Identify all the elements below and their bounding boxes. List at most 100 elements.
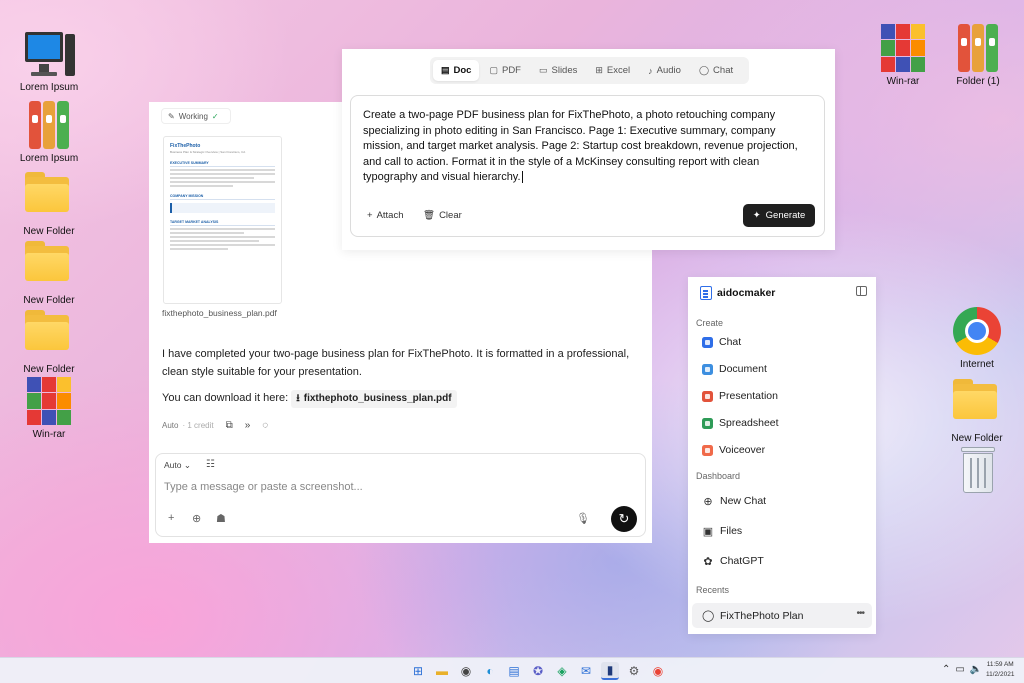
download-row: You can download it here: ⭳ fixthephoto_… (162, 389, 640, 408)
desktop-icon-folder-1[interactable]: Folder (1) (944, 22, 1012, 87)
binders-icon (952, 22, 1004, 74)
incognito-icon[interactable]: ☗ (216, 512, 226, 525)
desktop-icon-computer[interactable]: Lorem Ipsum (15, 28, 83, 93)
tab-pdf[interactable]: ▢ PDF (481, 60, 529, 81)
sidebar-item-document[interactable]: Document (702, 360, 767, 378)
desktop-icon-recycle-bin[interactable] (943, 445, 1011, 499)
taskbar: ⊞ ▬ ◉ ◐ ▤ ✪ ◈ ✉ ▮ ⚙ ◉ ⌃ ▭ 🔈 11:59 AM 11/… (0, 657, 1024, 683)
plus-icon: + (367, 210, 373, 221)
folder-icon (951, 379, 1003, 431)
sidebar-item-presentation[interactable]: Presentation (702, 387, 778, 405)
document-app-icon (702, 363, 713, 375)
globe-icon[interactable]: ⊕ (192, 512, 201, 525)
mail-icon[interactable]: ✉ (577, 662, 595, 680)
tab-label: PDF (501, 65, 521, 76)
taskbar-apps: ⊞ ▬ ◉ ◐ ▤ ✪ ◈ ✉ ▮ ⚙ ◉ (409, 662, 667, 680)
sidebar-item-label: New Chat (720, 495, 767, 507)
sidebar-item-chat[interactable]: Chat (702, 333, 741, 351)
desktop-icon-new-folder[interactable]: New Folder (15, 304, 83, 375)
desktop-icon-label: Folder (1) (956, 76, 1000, 87)
settings-gear-icon[interactable]: ⚙ (625, 662, 643, 680)
chrome-taskbar-icon[interactable]: ◉ (649, 662, 667, 680)
download-link[interactable]: ⭳ fixthephoto_business_plan.pdf (291, 390, 457, 408)
fast-forward-icon[interactable]: » (245, 420, 251, 431)
brand[interactable]: aidocmaker (700, 286, 775, 300)
system-tray: ⌃ ▭ 🔈 (942, 664, 982, 675)
tab-chat[interactable]: ◯ Chat (691, 60, 741, 81)
clock-date: 11/2/2021 (986, 671, 1015, 678)
store-icon[interactable]: ▤ (505, 662, 523, 680)
folder-icon (23, 172, 75, 224)
volume-icon[interactable]: 🔈 (970, 664, 982, 675)
wrench-icon: ✎ (168, 111, 175, 121)
message-input[interactable]: Type a message or paste a screenshot... (164, 481, 363, 493)
clock-time: 11:59 AM (986, 661, 1014, 668)
pdf-preview-section: COMPANY MISSION (170, 194, 275, 200)
sidebar-item-label: Spreadsheet (719, 417, 779, 429)
clear-button[interactable]: 🗑 Clear (423, 210, 462, 221)
network-icon[interactable]: ▭ (955, 664, 964, 675)
recycle-bin-icon (951, 445, 1003, 497)
download-link-label: fixthephoto_business_plan.pdf (303, 393, 452, 404)
message-composer: Auto ⌄ ☷ Type a message or paste a scree… (155, 453, 646, 537)
sidebar-item-voiceover[interactable]: Voiceover (702, 441, 765, 459)
type-tabs: ▤ Doc ▢ PDF ▭ Slides ⊞ Excel ♪ Audio ◯ C… (430, 57, 749, 84)
file-explorer-icon[interactable]: ▬ (433, 662, 451, 680)
recents-heading: Recents (696, 585, 730, 595)
generate-label: Generate (765, 210, 806, 221)
mic-icon: ♪ (648, 65, 653, 76)
more-options-icon[interactable]: ••• (856, 608, 864, 619)
comment-icon[interactable]: ◌ (262, 420, 268, 431)
tab-excel[interactable]: ⊞ Excel (587, 60, 638, 81)
mode-selector[interactable]: Auto ⌄ (164, 460, 191, 471)
tab-label: Audio (656, 65, 681, 76)
pdf-preview[interactable]: FixThePhoto Business Plan & Strategic Ov… (163, 136, 282, 304)
desktop-icon-winrar[interactable]: Win-rar (15, 375, 83, 440)
chat-app-icon (702, 336, 713, 348)
doc-icon: ▤ (441, 65, 450, 75)
generate-button[interactable]: ✦ Generate (743, 204, 815, 227)
working-status: ✎ Working ✓ (161, 108, 231, 124)
check-icon: ✓ (211, 111, 219, 121)
aidocmaker-taskbar-icon[interactable]: ▮ (601, 662, 619, 680)
tab-audio[interactable]: ♪ Audio (640, 60, 689, 81)
send-button[interactable]: ↻ (611, 506, 637, 532)
sidebar-item-new-chat[interactable]: ⊕ New Chat (702, 492, 766, 510)
desktop-icon-internet[interactable]: Internet (943, 305, 1011, 370)
clock[interactable]: 11:59 AM 11/2/2021 (986, 660, 1014, 680)
desktop-icon-binders[interactable]: Lorem Ipsum (15, 99, 83, 164)
windows-start-icon[interactable]: ⊞ (409, 662, 427, 680)
folder-icon (23, 310, 75, 362)
trash-icon: 🗑 (423, 210, 436, 221)
plus-icon[interactable]: + (168, 512, 174, 524)
sidebar-toggle-icon[interactable] (856, 286, 867, 296)
tab-slides[interactable]: ▭ Slides (531, 60, 585, 81)
chevron-up-icon[interactable]: ⌃ (942, 664, 950, 675)
camera-icon[interactable]: ◉ (457, 662, 475, 680)
desktop-icon-new-folder[interactable]: New Folder (15, 166, 83, 237)
sidebar-item-files[interactable]: ▣ Files (702, 522, 742, 540)
copy-icon[interactable]: ⧉ (226, 420, 233, 431)
sidebar-item-spreadsheet[interactable]: Spreadsheet (702, 414, 779, 432)
desktop-icon-winrar[interactable]: Win-rar (869, 22, 937, 87)
pdf-preview-subtitle: Business Plan & Strategic Overview | San… (170, 150, 246, 154)
prompt-input[interactable]: Create a two-page PDF business plan for … (363, 108, 815, 186)
microphone-icon[interactable]: 🎙 (576, 512, 590, 525)
settings-sliders-icon[interactable]: ☷ (206, 459, 215, 470)
teams-icon[interactable]: ✪ (529, 662, 547, 680)
edge-icon[interactable]: ◐ (481, 662, 499, 680)
spreadsheet-app-icon (702, 417, 713, 429)
tab-doc[interactable]: ▤ Doc (433, 60, 480, 81)
desktop-icon-new-folder[interactable]: New Folder (943, 373, 1011, 444)
document-logo-icon (700, 286, 712, 300)
sidebar-item-chatgpt[interactable]: ✿ ChatGPT (702, 552, 763, 570)
presentation-app-icon (702, 390, 713, 402)
maps-icon[interactable]: ◈ (553, 662, 571, 680)
desktop-icon-label: Lorem Ipsum (19, 153, 79, 164)
computer-icon (23, 28, 75, 80)
desktop-icon-new-folder[interactable]: New Folder (15, 235, 83, 306)
chrome-icon (951, 305, 1003, 357)
working-label: Working (178, 111, 208, 121)
recent-item[interactable]: ◯ FixThePhoto Plan ••• (692, 603, 872, 628)
attach-button[interactable]: + Attach (367, 210, 404, 221)
